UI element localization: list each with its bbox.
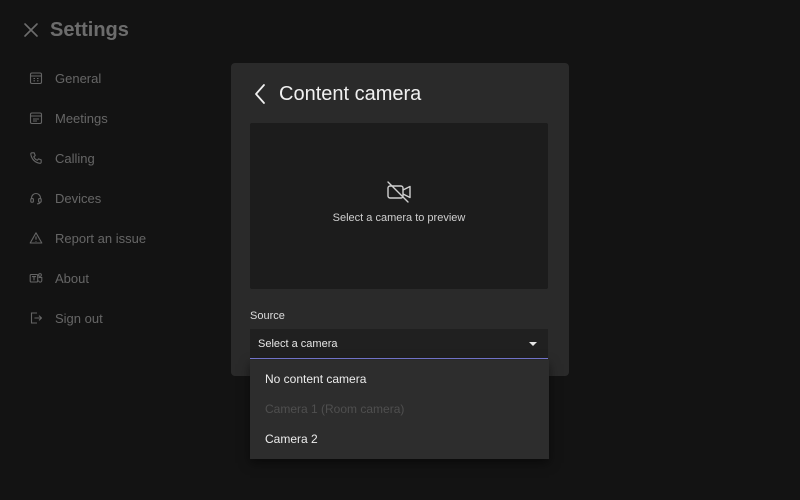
calendar-grid-icon	[28, 70, 44, 86]
sidebar-item-meetings[interactable]: Meetings	[28, 98, 208, 138]
calendar-icon	[28, 110, 44, 126]
chevron-left-icon	[255, 84, 265, 104]
source-dropdown[interactable]: Select a camera	[250, 329, 548, 359]
sidebar-item-label: Devices	[55, 190, 102, 206]
dialog-header: Content camera	[249, 81, 421, 107]
warning-icon	[28, 230, 44, 246]
sidebar-item-label: Calling	[55, 150, 95, 166]
sidebar-item-report-issue[interactable]: Report an issue	[28, 218, 208, 258]
sidebar-item-about[interactable]: About	[28, 258, 208, 298]
caret-down-icon	[529, 341, 537, 346]
close-icon	[24, 23, 38, 37]
option-no-content-camera[interactable]: No content camera	[250, 364, 549, 394]
sidebar-item-label: Report an issue	[55, 230, 147, 246]
page-title: Settings	[50, 18, 129, 41]
sidebar-item-calling[interactable]: Calling	[28, 138, 208, 178]
camera-preview: Select a camera to preview	[250, 123, 548, 289]
sidebar-item-general[interactable]: General	[28, 58, 208, 98]
sidebar-item-label: General	[55, 70, 102, 86]
settings-nav: General Meetings Calling Devices Report …	[28, 58, 208, 338]
close-button[interactable]	[20, 16, 42, 44]
sidebar-item-label: Sign out	[55, 310, 103, 326]
headset-icon	[28, 190, 44, 206]
teams-icon	[28, 270, 44, 286]
sidebar-item-label: Meetings	[55, 110, 108, 126]
option-camera-2[interactable]: Camera 2	[250, 424, 549, 454]
dropdown-value: Select a camera	[258, 337, 338, 350]
dialog-title: Content camera	[279, 82, 422, 105]
sidebar-item-label: About	[55, 270, 89, 286]
video-off-icon	[387, 181, 411, 203]
source-dropdown-menu: No content camera Camera 1 (Room camera)…	[250, 360, 549, 459]
sidebar-item-sign-out[interactable]: Sign out	[28, 298, 208, 338]
content-camera-dialog: Content camera Select a camera to previe…	[231, 63, 569, 376]
back-button[interactable]	[249, 81, 271, 107]
preview-placeholder-text: Select a camera to preview	[332, 212, 466, 224]
sidebar-item-devices[interactable]: Devices	[28, 178, 208, 218]
settings-header: Settings	[20, 16, 129, 44]
option-camera-1: Camera 1 (Room camera)	[265, 402, 405, 416]
sign-out-icon	[28, 310, 44, 326]
source-label: Source	[250, 310, 285, 322]
phone-icon	[28, 150, 44, 166]
